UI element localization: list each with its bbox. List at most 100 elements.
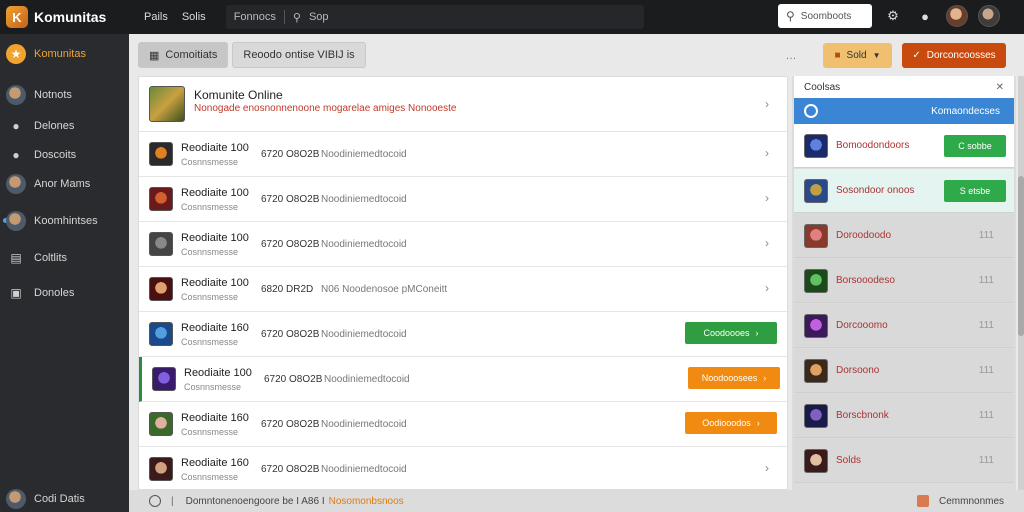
table-row[interactable]: Reodiaite 100 Cosnnsmesse 6720 O8O2B Noo… bbox=[139, 132, 787, 177]
profile-avatar[interactable] bbox=[978, 5, 1000, 27]
status-bar: | Domntonenoengoore be I A86 I Nosomonbs… bbox=[129, 490, 1024, 512]
app-name: Komunitas bbox=[34, 9, 107, 25]
scrollbar-thumb[interactable] bbox=[1018, 176, 1024, 336]
item-name: Borscbnonk bbox=[836, 410, 889, 421]
chevron-right-icon: › bbox=[765, 236, 769, 250]
list-item[interactable]: Solds 111 bbox=[794, 439, 1014, 483]
sidebar-item-doscoits[interactable]: ● Doscoits bbox=[6, 145, 76, 165]
sidebar-item-donoles[interactable]: ▣ Donoles bbox=[6, 283, 74, 303]
row-action-button[interactable]: Oodiooodos › bbox=[685, 412, 777, 434]
row-subtitle: Cosnnsmesse bbox=[181, 472, 239, 482]
item-thumbnail bbox=[804, 224, 828, 248]
tab-label: Comoitiats bbox=[165, 49, 218, 61]
users-icon: ● bbox=[12, 148, 20, 162]
status-accent[interactable]: Nosomonbsnoos bbox=[329, 496, 404, 507]
sidebar-item-delones[interactable]: ● Delones bbox=[6, 116, 74, 136]
item-action-button[interactable]: S etsbe bbox=[944, 180, 1006, 202]
list-item[interactable]: Borsooodeso 111 bbox=[794, 259, 1014, 303]
row-thumbnail bbox=[152, 367, 176, 391]
status-text: Domntonenoengoore be I A86 I bbox=[185, 495, 325, 507]
row-subtitle: Cosnnsmesse bbox=[181, 247, 239, 257]
row-time: 6720 O8O2B bbox=[261, 419, 320, 430]
list-item[interactable]: Dorsoono 111 bbox=[794, 349, 1014, 393]
sidebar-item-anor-mams[interactable]: Anor Mams bbox=[6, 174, 90, 194]
right-panel-title: Coolsas bbox=[804, 81, 841, 93]
chevron-right-icon: › bbox=[756, 418, 760, 428]
tab-comoitiats[interactable]: ▦ Comoitiats bbox=[138, 42, 229, 68]
row-time: 6720 O8O2B bbox=[261, 329, 320, 340]
item-name: Borsooodeso bbox=[836, 275, 895, 286]
table-row[interactable]: Reodiaite 100 Cosnnsmesse 6720 O8O2B Noo… bbox=[139, 177, 787, 222]
item-thumbnail bbox=[804, 359, 828, 383]
tab-reoodo[interactable]: Reoodo ontise VIBIJ is bbox=[232, 42, 366, 68]
list-item[interactable]: Borscbnonk 111 bbox=[794, 394, 1014, 438]
list-item[interactable]: Dorcooomo 111 bbox=[794, 304, 1014, 348]
table-row[interactable]: Reodiaite 160 Cosnnsmesse 6720 O8O2B Noo… bbox=[139, 402, 787, 447]
sidebar-item-koomhintses[interactable]: Koomhintses bbox=[6, 211, 98, 231]
community-header[interactable]: Komunite Online Nonogade enosnonnenoone … bbox=[139, 77, 787, 132]
chevron-down-icon: ▼ bbox=[872, 51, 881, 60]
item-thumbnail bbox=[804, 269, 828, 293]
sidebar-footer-label: Codi Datis bbox=[34, 493, 85, 505]
sidebar-item-label: Coltlits bbox=[34, 252, 68, 264]
item-name: Bomoodondoors bbox=[836, 140, 910, 151]
row-subtitle: Cosnnsmesse bbox=[181, 427, 239, 437]
sidebar-item-coltlits[interactable]: ▤ Coltlits bbox=[6, 248, 67, 268]
user-avatar[interactable] bbox=[946, 5, 968, 27]
nav-link-3[interactable]: Fonnocs bbox=[234, 11, 276, 23]
sidebar-footer[interactable]: Codi Datis bbox=[6, 489, 85, 509]
folder-icon: ▣ bbox=[10, 286, 22, 300]
top-search-input[interactable]: Fonnocs ⚲ Sop bbox=[225, 5, 644, 29]
sidebar-item-label: Doscoits bbox=[34, 149, 77, 161]
divider bbox=[283, 10, 285, 24]
row-description: Noodiniemedtocoid bbox=[321, 329, 407, 340]
logo-icon: K bbox=[6, 6, 28, 28]
table-row[interactable]: Reodiaite 100 Cosnnsmesse 6720 O8O2B Noo… bbox=[139, 357, 787, 402]
right-panel-banner[interactable]: Komaondecses bbox=[794, 98, 1014, 124]
row-action-button[interactable]: Coodoooes › bbox=[685, 322, 777, 344]
row-action-button[interactable]: Noodooosees › bbox=[688, 367, 780, 389]
nav-link-2[interactable]: Solis bbox=[182, 11, 206, 23]
table-row[interactable]: Reodiaite 100 Cosnnsmesse 6820 DR2D N06 … bbox=[139, 267, 787, 312]
community-subtitle: Nonogade enosnonnenoone mogarelae amiges… bbox=[194, 103, 457, 114]
sidebar-item-label: Delones bbox=[34, 120, 75, 132]
clock-icon bbox=[149, 495, 161, 507]
row-subtitle: Cosnnsmesse bbox=[184, 382, 242, 392]
status-right[interactable]: Cemmnonmes bbox=[939, 496, 1004, 507]
sidebar-item-label: Donoles bbox=[34, 287, 75, 299]
sold-button[interactable]: ■ Sold ▼ bbox=[823, 43, 892, 68]
primary-button[interactable]: ✓ Dorconcoosses bbox=[902, 43, 1006, 68]
user-icon: ● bbox=[12, 119, 20, 133]
table-row[interactable]: Reodiaite 100 Cosnnsmesse 6720 O8O2B Noo… bbox=[139, 222, 787, 267]
table-row[interactable]: Reodiaite 160 Cosnnsmesse 6720 O8O2B Noo… bbox=[139, 312, 787, 357]
table-row[interactable]: Reodiaite 160 Cosnnsmesse 6720 O8O2B Noo… bbox=[139, 447, 787, 492]
chevron-right-icon: › bbox=[765, 191, 769, 205]
notification-icon[interactable]: ● bbox=[914, 5, 936, 27]
scrollbar[interactable] bbox=[1018, 76, 1024, 490]
sidebar-item-label: Anor Mams bbox=[34, 178, 91, 190]
nav-link-1[interactable]: Pails bbox=[144, 11, 168, 23]
row-time: 6720 O8O2B bbox=[264, 374, 323, 385]
chevron-right-icon: › bbox=[765, 146, 769, 160]
status-divider: | bbox=[171, 495, 174, 507]
sidebar-item-komunitas[interactable]: ★ Komunitas bbox=[6, 44, 86, 64]
close-icon[interactable]: ✕ bbox=[996, 82, 1004, 93]
right-panel-header: Coolsas ✕ bbox=[794, 76, 1014, 98]
item-count: 111 bbox=[978, 455, 994, 466]
list-item[interactable]: Bomoodondoors C sobbe bbox=[794, 124, 1014, 168]
tag-icon: ■ bbox=[834, 50, 841, 61]
list-item[interactable]: Doroodoodo 111 bbox=[794, 214, 1014, 258]
check-icon: ✓ bbox=[912, 50, 921, 61]
item-action-button[interactable]: C sobbe bbox=[944, 135, 1006, 157]
app-logo[interactable]: K Komunitas bbox=[6, 6, 130, 28]
row-description: Noodiniemedtocoid bbox=[321, 464, 407, 475]
row-time: 6720 O8O2B bbox=[261, 239, 320, 250]
item-thumbnail bbox=[804, 134, 828, 158]
more-icon[interactable]: … bbox=[780, 45, 802, 67]
sidebar-item-notnots[interactable]: Notnots bbox=[6, 85, 72, 105]
row-description: Noodiniemedtocoid bbox=[321, 149, 407, 160]
row-name: Reodiaite 100 bbox=[181, 277, 249, 289]
settings-icon[interactable]: ⚙ bbox=[882, 5, 904, 27]
list-item[interactable]: Sosondoor onoos S etsbe bbox=[794, 169, 1014, 213]
search-input[interactable]: ⚲ Soomboots bbox=[778, 4, 872, 28]
